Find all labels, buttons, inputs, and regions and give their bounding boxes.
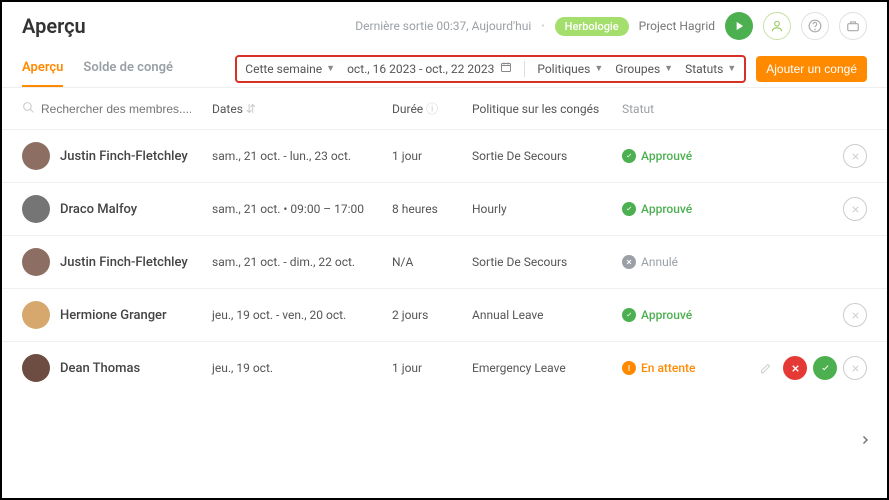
row-duration: 1 jour (392, 361, 472, 375)
date-range-picker[interactable]: oct., 16 2023 - oct., 22 2023 (347, 61, 512, 76)
row-policy: Sortie De Secours (472, 255, 622, 269)
dismiss-button[interactable] (843, 144, 867, 168)
sort-icon[interactable]: ⇵ (246, 102, 256, 116)
info-icon[interactable]: ⓘ (426, 102, 438, 116)
reject-button[interactable] (783, 356, 807, 380)
policy-column-header: Politique sur les congés (472, 102, 622, 116)
table-row: Draco Malfoy sam., 21 oct. • 09:00 – 17:… (2, 182, 887, 235)
groups-dropdown[interactable]: Groupes ▼ (615, 62, 673, 76)
member-name: Justin Finch-Fletchley (60, 149, 188, 164)
policies-dropdown[interactable]: Politiques ▼ (537, 62, 603, 76)
search-icon (22, 101, 35, 117)
avatar (22, 142, 50, 170)
help-icon-button[interactable] (801, 12, 829, 40)
row-dates: sam., 21 oct. - lun., 23 oct. (212, 149, 392, 163)
last-exit-text: Dernière sortie 00:37, Aujourd'hui (355, 19, 531, 33)
table-row: Hermione Granger jeu., 19 oct. - ven., 2… (2, 288, 887, 341)
row-duration: N/A (392, 255, 472, 269)
play-button[interactable] (725, 12, 753, 40)
statuses-label: Statuts (685, 62, 723, 76)
member-name: Hermione Granger (60, 308, 167, 323)
avatar (22, 248, 50, 276)
dates-column-header[interactable]: Dates (212, 102, 243, 116)
row-dates: sam., 21 oct. • 09:00 – 17:00 (212, 202, 392, 216)
status-label: Annulé (641, 255, 678, 269)
dismiss-button[interactable] (843, 303, 867, 327)
chevron-down-icon: ▼ (727, 63, 736, 74)
duration-column-header: Durée (392, 102, 423, 116)
status-label: En attente (641, 361, 695, 375)
status-icon (622, 202, 636, 216)
settings-icon-button[interactable] (839, 12, 867, 40)
status-label: Approuvé (641, 308, 692, 322)
row-duration: 8 heures (392, 202, 472, 216)
approve-button[interactable] (813, 356, 837, 380)
member-name: Dean Thomas (60, 361, 140, 376)
divider-dot: • (541, 21, 544, 32)
chevron-down-icon: ▼ (326, 63, 335, 74)
divider (524, 61, 525, 77)
status-icon (622, 361, 636, 375)
statuses-dropdown[interactable]: Statuts ▼ (685, 62, 736, 76)
row-dates: jeu., 19 oct. (212, 361, 392, 375)
avatar (22, 354, 50, 382)
this-week-label: Cette semaine (245, 62, 322, 76)
date-range-text: oct., 16 2023 - oct., 22 2023 (347, 62, 494, 76)
add-leave-button[interactable]: Ajouter un congé (756, 56, 867, 82)
next-page-button[interactable] (859, 434, 871, 450)
status-icon (622, 255, 636, 269)
calendar-icon (500, 61, 512, 76)
member-name: Justin Finch-Fletchley (60, 255, 188, 270)
table-row: Dean Thomas jeu., 19 oct. 1 jour Emergen… (2, 341, 887, 394)
row-dates: sam., 21 oct. - dim., 22 oct. (212, 255, 392, 269)
chevron-down-icon: ▼ (594, 63, 603, 74)
status-label: Approuvé (641, 149, 692, 163)
dismiss-button[interactable] (843, 197, 867, 221)
project-tag-pill[interactable]: Herbologie (555, 17, 629, 36)
status-label: Approuvé (641, 202, 692, 216)
status-icon (622, 149, 636, 163)
tab-balance[interactable]: Solde de congé (83, 50, 173, 87)
row-policy: Hourly (472, 202, 622, 216)
row-duration: 2 jours (392, 308, 472, 322)
date-filter-highlight: Cette semaine ▼ oct., 16 2023 - oct., 22… (235, 55, 746, 83)
user-icon-button[interactable] (763, 12, 791, 40)
search-input[interactable] (41, 102, 191, 116)
table-row: Justin Finch-Fletchley sam., 21 oct. - l… (2, 129, 887, 182)
row-duration: 1 jour (392, 149, 472, 163)
chevron-down-icon: ▼ (664, 63, 673, 74)
status-column-header: Statut (622, 102, 732, 116)
table-row: Justin Finch-Fletchley sam., 21 oct. - d… (2, 235, 887, 288)
this-week-dropdown[interactable]: Cette semaine ▼ (245, 62, 335, 76)
tab-apercu[interactable]: Aperçu (22, 50, 63, 87)
page-title: Aperçu (22, 14, 86, 38)
avatar (22, 301, 50, 329)
project-name[interactable]: Project Hagrid (639, 19, 715, 33)
edit-button[interactable] (753, 356, 777, 380)
dismiss-button[interactable] (843, 356, 867, 380)
row-policy: Annual Leave (472, 308, 622, 322)
policies-label: Politiques (537, 62, 590, 76)
row-policy: Sortie De Secours (472, 149, 622, 163)
avatar (22, 195, 50, 223)
row-policy: Emergency Leave (472, 361, 622, 375)
status-icon (622, 308, 636, 322)
member-name: Draco Malfoy (60, 202, 137, 217)
row-dates: jeu., 19 oct. - ven., 20 oct. (212, 308, 392, 322)
groups-label: Groupes (615, 62, 660, 76)
